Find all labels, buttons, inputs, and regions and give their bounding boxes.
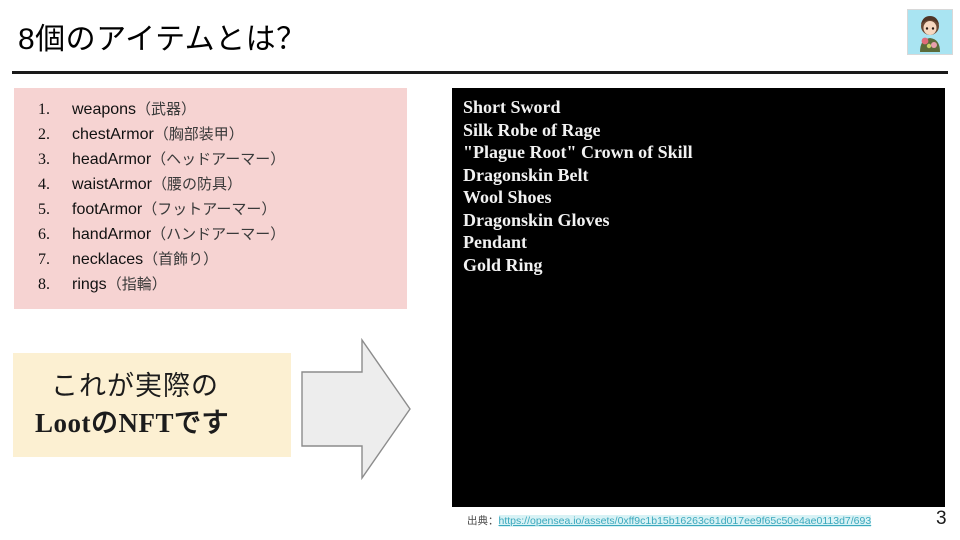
- list-item-label: headArmor（ヘッドアーマー）: [72, 151, 286, 168]
- list-item-label: weapons（武器）: [72, 101, 197, 118]
- nft-image-panel: Short Sword Silk Robe of Rage "Plague Ro…: [452, 88, 945, 507]
- nft-trait-line: Gold Ring: [463, 254, 543, 275]
- list-item: 6. handArmor（ハンドアーマー）: [14, 222, 407, 247]
- list-item-label: necklaces（首飾り）: [72, 251, 219, 268]
- list-item-number: 6.: [38, 226, 50, 243]
- nft-trait-line: Silk Robe of Rage: [463, 119, 601, 140]
- nft-trait-line: Wool Shoes: [463, 187, 552, 207]
- item-list: 1. weapons（武器） 2. chestArmor（胸部装甲） 3. he…: [14, 88, 407, 297]
- page-title: 8個のアイテムとは？: [18, 23, 307, 56]
- item-list-panel: 1. weapons（武器） 2. chestArmor（胸部装甲） 3. he…: [14, 88, 407, 309]
- callout-line-2: LootのNFTです: [35, 408, 229, 438]
- list-item: 7. necklaces（首飾り）: [14, 247, 407, 272]
- source-label: 出典：: [467, 515, 499, 527]
- source-caption: 出典：https://opensea.io/assets/0xff9c1b15b…: [467, 513, 872, 528]
- list-item-label: chestArmor（胸部装甲）: [72, 126, 244, 143]
- nft-trait-line: Pendant: [463, 232, 528, 252]
- nft-trait-line: Short Sword: [463, 97, 561, 117]
- list-item-number: 1.: [38, 101, 50, 118]
- avatar-illustration: [908, 10, 952, 54]
- right-arrow-icon: [301, 337, 411, 481]
- list-item-number: 4.: [38, 176, 50, 193]
- right-arrow: [300, 337, 412, 481]
- list-item: 2. chestArmor（胸部装甲）: [14, 122, 407, 147]
- list-item-label: rings（指輪）: [72, 276, 167, 293]
- list-item-number: 8.: [38, 276, 50, 293]
- nft-trait-line: "Plague Root" Crown of Skill: [463, 142, 693, 162]
- callout-box: これが実際の LootのNFTです: [13, 353, 291, 457]
- list-item-number: 3.: [38, 151, 50, 168]
- list-item-number: 5.: [38, 201, 50, 218]
- callout-line-1: これが実際の: [51, 371, 219, 402]
- title-divider: [12, 71, 948, 74]
- source-link[interactable]: https://opensea.io/assets/0xff9c1b15b162…: [498, 515, 872, 527]
- list-item-number: 7.: [38, 251, 50, 268]
- list-item-number: 2.: [38, 126, 50, 143]
- avatar: [907, 9, 953, 55]
- list-item: 1. weapons（武器）: [14, 97, 407, 122]
- list-item-label: handArmor（ハンドアーマー）: [72, 226, 286, 243]
- page-number: 3: [936, 508, 947, 529]
- list-item: 8. rings（指輪）: [14, 272, 407, 297]
- list-item: 5. footArmor（フットアーマー）: [14, 197, 407, 222]
- list-item: 3. headArmor（ヘッドアーマー）: [14, 147, 407, 172]
- list-item-label: waistArmor（腰の防具）: [72, 176, 243, 193]
- list-item-label: footArmor（フットアーマー）: [72, 201, 277, 218]
- nft-trait-line: Dragonskin Belt: [463, 164, 589, 185]
- list-item: 4. waistArmor（腰の防具）: [14, 172, 407, 197]
- nft-trait-line: Dragonskin Gloves: [463, 209, 610, 230]
